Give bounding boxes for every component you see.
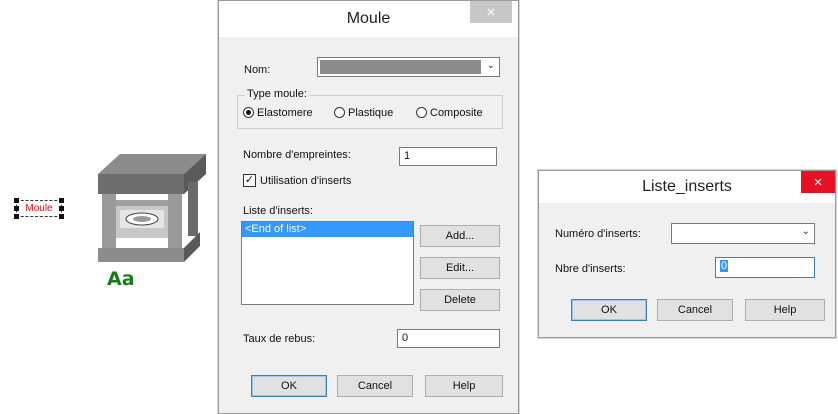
radio-plastique-label: Plastique xyxy=(348,107,394,119)
nombre-empreintes-input[interactable]: 1 xyxy=(399,147,497,166)
close-button[interactable]: × xyxy=(801,171,835,193)
radio-elastomere[interactable]: Elastomere xyxy=(243,107,313,119)
radio-elastomere-label: Elastomere xyxy=(257,107,313,119)
utilisation-inserts-checkbox[interactable]: ✓ xyxy=(243,174,256,187)
cancel-button[interactable]: Cancel xyxy=(337,375,413,397)
selection-handle[interactable] xyxy=(14,198,19,203)
selection-handle[interactable] xyxy=(59,206,64,211)
help-button[interactable]: Help xyxy=(745,299,825,321)
liste-inserts-title: Liste_inserts xyxy=(642,178,732,195)
taux-rebus-input[interactable]: 0 xyxy=(397,329,500,348)
nom-dropdown[interactable]: ⌄ xyxy=(317,57,500,77)
utilisation-inserts-label: Utilisation d'inserts xyxy=(260,175,352,187)
chevron-down-icon: ⌄ xyxy=(801,226,810,237)
close-icon: × xyxy=(813,173,823,191)
numero-inserts-dropdown[interactable]: ⌄ xyxy=(671,223,815,244)
list-item[interactable]: <End of list> xyxy=(242,222,413,237)
moule-label-text: Moule xyxy=(25,203,53,214)
mold-press-icon[interactable] xyxy=(88,152,210,264)
selection-handle[interactable] xyxy=(14,206,19,211)
selection-handle[interactable] xyxy=(59,214,64,219)
radio-composite[interactable]: Composite xyxy=(416,107,483,119)
cancel-button[interactable]: Cancel xyxy=(657,299,733,321)
nombre-empreintes-label: Nombre d'empreintes: xyxy=(243,149,351,161)
radio-composite-label: Composite xyxy=(430,107,483,119)
liste-inserts-titlebar[interactable]: Liste_inserts xyxy=(539,171,835,203)
radio-icon xyxy=(416,107,427,118)
nom-label: Nom: xyxy=(244,64,271,76)
selection-handle[interactable] xyxy=(14,214,19,219)
ok-button[interactable]: OK xyxy=(571,299,647,321)
help-button[interactable]: Help xyxy=(425,375,503,397)
ok-button[interactable]: OK xyxy=(251,375,327,397)
nom-selected-value xyxy=(320,60,481,74)
chevron-down-icon: ⌄ xyxy=(486,60,495,71)
close-button[interactable]: × xyxy=(470,1,512,23)
liste-inserts-dialog: Liste_inserts × Numéro d'inserts: ⌄ Nbre… xyxy=(538,170,836,338)
nbre-inserts-value: 0 xyxy=(720,260,729,272)
aa-label: Aa xyxy=(107,268,135,290)
radio-plastique[interactable]: Plastique xyxy=(334,107,393,119)
taux-rebus-label: Taux de rebus: xyxy=(243,333,316,345)
add-button[interactable]: Add... xyxy=(420,225,500,247)
moule-dialog: Moule × Nom: ⌄ Type moule: Elastomere Pl… xyxy=(218,0,519,414)
moule-canvas-label[interactable]: Moule xyxy=(14,198,64,219)
edit-button[interactable]: Edit... xyxy=(420,257,500,279)
radio-icon xyxy=(334,107,345,118)
numero-inserts-label: Numéro d'inserts: xyxy=(555,228,641,240)
close-icon: × xyxy=(486,3,496,21)
radio-icon-selected xyxy=(243,107,254,118)
inserts-listbox[interactable]: <End of list> xyxy=(241,221,414,305)
type-moule-label: Type moule: xyxy=(245,88,309,100)
nbre-inserts-input[interactable]: 0 xyxy=(715,257,815,278)
moule-dialog-title: Moule xyxy=(346,10,391,27)
delete-button[interactable]: Delete xyxy=(420,289,500,311)
selection-handle[interactable] xyxy=(59,198,64,203)
liste-inserts-label: Liste d'inserts: xyxy=(243,205,313,217)
nbre-inserts-label: Nbre d'inserts: xyxy=(555,263,626,275)
